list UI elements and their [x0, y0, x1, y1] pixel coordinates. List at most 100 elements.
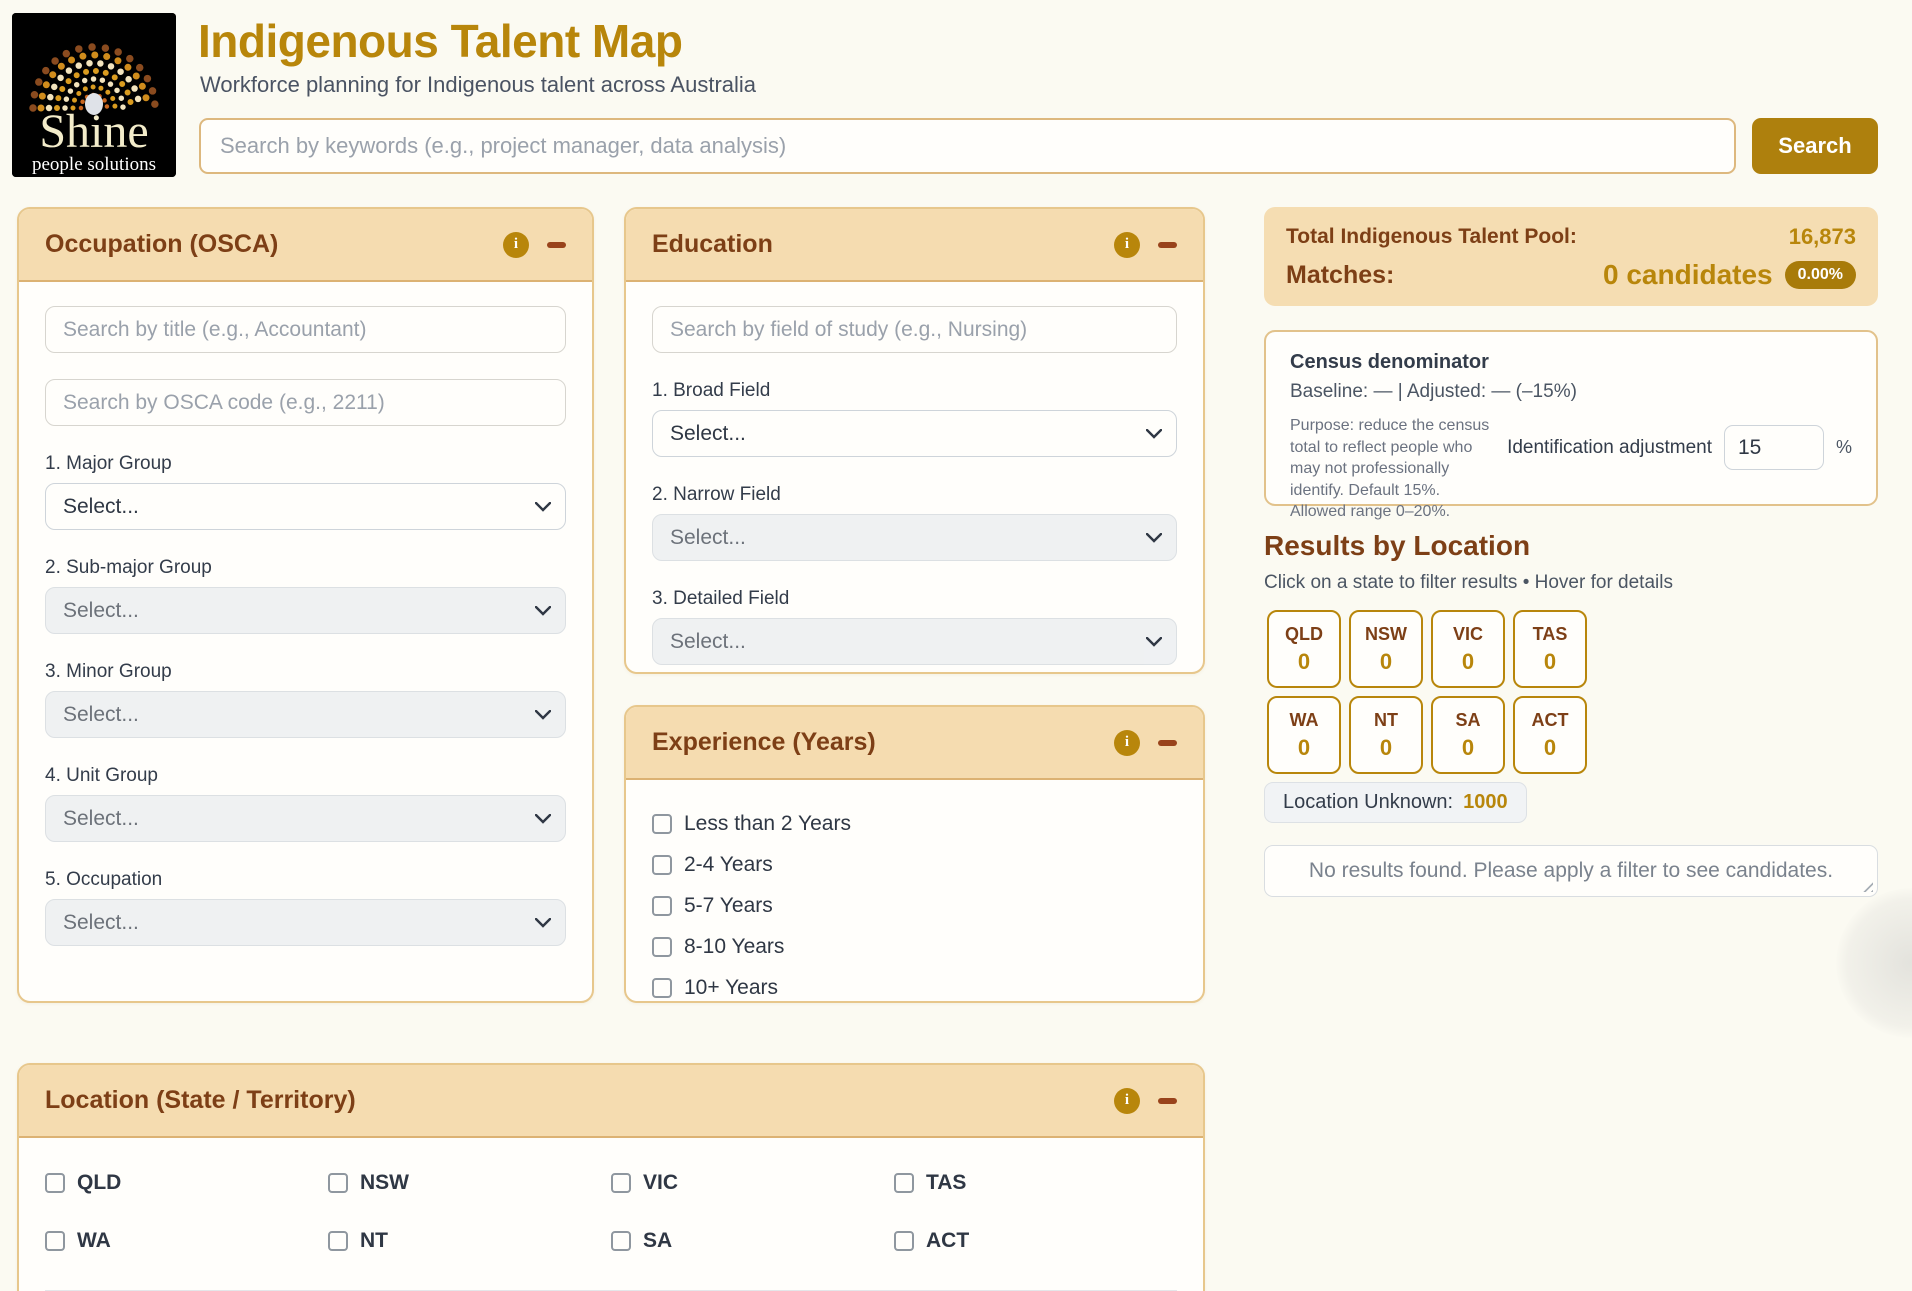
matches-percent-badge: 0.00%	[1784, 261, 1856, 289]
tile-count-value: 0	[1297, 734, 1311, 760]
tile-count-value: 0	[1543, 648, 1557, 674]
minor-group-select: Select...	[45, 691, 566, 738]
state-option-label: NSW	[360, 1171, 409, 1194]
experience-lt2-checkbox[interactable]	[652, 814, 672, 834]
keyword-search-input[interactable]	[199, 118, 1736, 174]
total-pool-label: Total Indigenous Talent Pool:	[1286, 225, 1577, 248]
identification-adjustment-input[interactable]	[1723, 425, 1824, 470]
tile-state-label: QLD	[1285, 623, 1323, 644]
occupation-title-search-input[interactable]	[45, 306, 566, 353]
page-title: Indigenous Talent Map	[198, 15, 683, 67]
info-icon[interactable]: i	[1114, 729, 1140, 756]
identification-adjustment-group: Identification adjustment %	[1507, 425, 1852, 470]
experience-option-label: Less than 2 Years	[684, 812, 851, 835]
location-unknown-label: Location Unknown:	[1283, 791, 1454, 813]
state-option-label: ACT	[926, 1229, 970, 1252]
location-panel-body: QLD NSW VIC TAS WA NT SA ACT	[19, 1138, 1203, 1291]
state-tile-wa[interactable]: WA 0	[1267, 696, 1341, 774]
broad-field-select[interactable]: Select...	[652, 410, 1177, 457]
state-option-label: TAS	[926, 1171, 967, 1194]
location-unknown-pill: Location Unknown: 1000	[1264, 782, 1527, 823]
state-wa-checkbox[interactable]	[45, 1231, 65, 1251]
sub-major-group-select: Select...	[45, 587, 566, 634]
occupation-code-search-input[interactable]	[45, 379, 566, 426]
occupation-panel: Occupation (OSCA) i 1. Major Group Selec…	[17, 207, 594, 1003]
census-purpose-text: Purpose: reduce the census total to refl…	[1290, 417, 1490, 521]
state-option-row: TAS	[894, 1171, 1177, 1195]
experience-2-4-checkbox[interactable]	[652, 855, 672, 875]
state-option-row: VIC	[611, 1171, 894, 1195]
state-tile-tas[interactable]: TAS 0	[1513, 610, 1587, 688]
experience-option-label: 2-4 Years	[684, 853, 773, 876]
resize-grip-icon[interactable]	[1860, 879, 1873, 892]
tile-state-label: NT	[1374, 709, 1398, 730]
experience-8-10-checkbox[interactable]	[652, 937, 672, 957]
logo-tagline-text: people solutions	[32, 154, 156, 175]
shine-logo-art: Shine people solutions	[12, 13, 176, 177]
page-subtitle: Workforce planning for Indigenous talent…	[200, 72, 757, 97]
collapse-icon[interactable]	[547, 241, 566, 248]
unit-group-label: 4. Unit Group	[45, 765, 158, 786]
state-qld-checkbox[interactable]	[45, 1173, 65, 1193]
tile-state-label: ACT	[1531, 709, 1569, 730]
state-tas-checkbox[interactable]	[894, 1173, 914, 1193]
state-tile-qld[interactable]: QLD 0	[1267, 610, 1341, 688]
narrow-field-label: 2. Narrow Field	[652, 484, 781, 505]
unit-group-select: Select...	[45, 795, 566, 842]
state-vic-checkbox[interactable]	[611, 1173, 631, 1193]
talent-pool-stats-card: Total Indigenous Talent Pool: 16,873 Mat…	[1264, 207, 1878, 306]
occupation-panel-body: 1. Major Group Select... 2. Sub-major Gr…	[19, 282, 592, 970]
info-icon[interactable]: i	[1114, 1087, 1140, 1114]
state-tile-vic[interactable]: VIC 0	[1431, 610, 1505, 688]
state-sa-checkbox[interactable]	[611, 1231, 631, 1251]
app-root: Shine people solutions Indigenous Talent…	[0, 0, 1912, 1291]
info-icon[interactable]: i	[503, 231, 529, 258]
experience-option-row: 8-10 Years	[652, 935, 1177, 959]
state-tile-act[interactable]: ACT 0	[1513, 696, 1587, 774]
major-group-select[interactable]: Select...	[45, 483, 566, 530]
collapse-icon[interactable]	[1158, 1097, 1177, 1104]
occupation-label: 5. Occupation	[45, 869, 163, 890]
no-results-message: No results found. Please apply a filter …	[1308, 859, 1834, 882]
experience-5-7-checkbox[interactable]	[652, 896, 672, 916]
total-pool-value: 16,873	[1788, 224, 1856, 249]
collapse-icon[interactable]	[1158, 739, 1177, 746]
tile-state-label: WA	[1289, 709, 1319, 730]
shine-logo: Shine people solutions	[12, 13, 176, 177]
state-option-row: SA	[611, 1229, 894, 1253]
state-option-label: QLD	[77, 1171, 122, 1194]
experience-panel-title: Experience (Years)	[652, 728, 876, 756]
major-group-label: 1. Major Group	[45, 453, 172, 474]
experience-10plus-checkbox[interactable]	[652, 978, 672, 998]
state-option-label: VIC	[643, 1171, 679, 1194]
collapse-icon[interactable]	[1158, 241, 1177, 248]
tile-count-value: 0	[1379, 734, 1393, 760]
state-result-tiles: QLD 0 NSW 0 VIC 0 TAS 0 WA 0 NT 0 SA 0 A…	[1267, 610, 1587, 774]
state-option-row: WA	[45, 1229, 328, 1253]
experience-panel: Experience (Years) i Less than 2 Years 2…	[624, 705, 1205, 1003]
logo-brand-text: Shine	[39, 105, 148, 158]
matches-label: Matches:	[1286, 260, 1395, 289]
state-tile-nsw[interactable]: NSW 0	[1349, 610, 1423, 688]
detailed-field-label: 3. Detailed Field	[652, 588, 790, 609]
state-tile-sa[interactable]: SA 0	[1431, 696, 1505, 774]
state-option-row: ACT	[894, 1229, 1177, 1253]
state-tile-nt[interactable]: NT 0	[1349, 696, 1423, 774]
field-of-study-search-input[interactable]	[652, 306, 1177, 353]
location-panel-header: Location (State / Territory) i	[19, 1065, 1203, 1138]
education-panel-body: 1. Broad Field Select... 2. Narrow Field…	[626, 282, 1203, 672]
tile-count-value: 0	[1297, 648, 1311, 674]
state-nt-checkbox[interactable]	[328, 1231, 348, 1251]
location-panel: Location (State / Territory) i QLD NSW V…	[17, 1063, 1205, 1291]
experience-option-row: 2-4 Years	[652, 853, 1177, 877]
census-baseline: Baseline: — | Adjusted: — (–15%)	[1290, 381, 1577, 402]
state-act-checkbox[interactable]	[894, 1231, 914, 1251]
search-button[interactable]: Search	[1752, 118, 1878, 174]
tile-state-label: SA	[1455, 709, 1481, 730]
narrow-field-select: Select...	[652, 514, 1177, 561]
info-icon[interactable]: i	[1114, 231, 1140, 258]
census-title: Census denominator	[1290, 351, 1489, 373]
experience-panel-header: Experience (Years) i	[626, 707, 1203, 780]
tile-state-label: VIC	[1452, 623, 1483, 644]
state-nsw-checkbox[interactable]	[328, 1173, 348, 1193]
